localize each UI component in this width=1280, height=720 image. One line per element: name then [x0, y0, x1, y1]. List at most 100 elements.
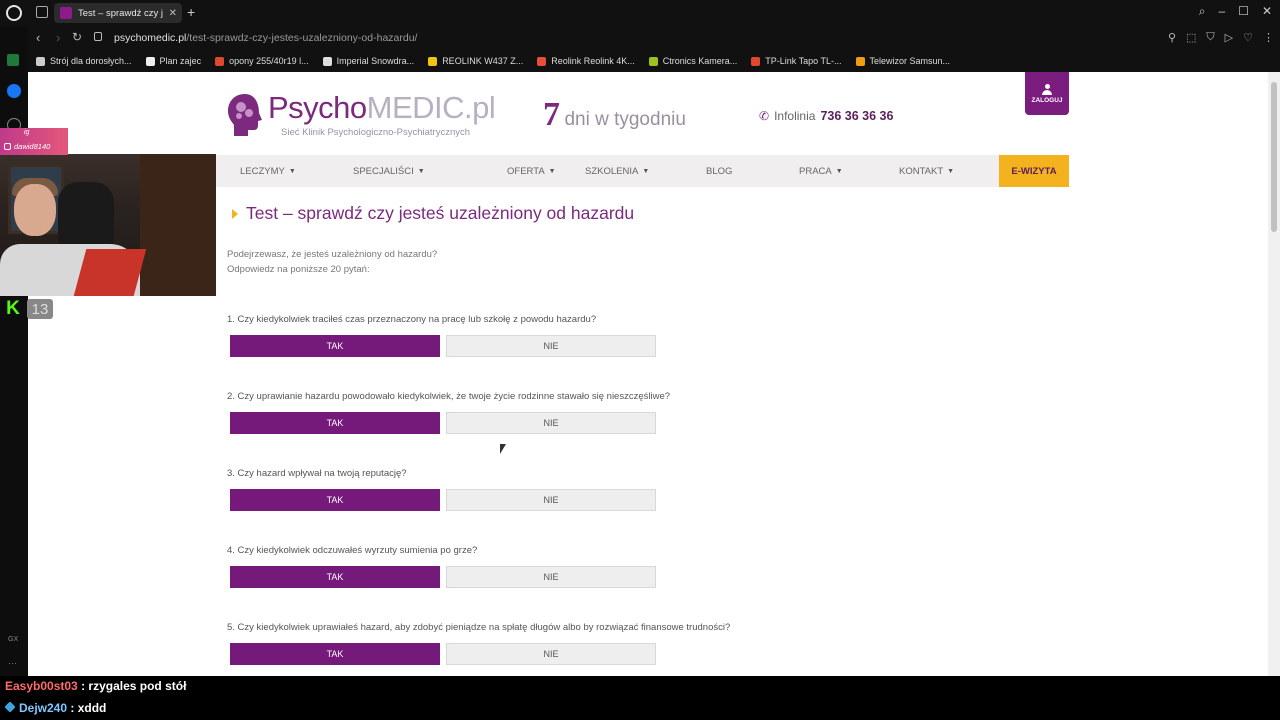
window-controls: ⌕ – ☐ ✕ — [1199, 4, 1272, 19]
chat-text: : xddd — [67, 701, 107, 715]
question-4: 4. Czy kiedykolwiek odczuwałeś wyrzuty s… — [227, 545, 478, 556]
bookmark-item[interactable]: Plan zajec — [145, 56, 202, 66]
webcam-overlay — [0, 154, 216, 296]
active-tab[interactable]: Test – sprawdź czy jesteś ✕ — [54, 3, 182, 23]
viewer-count: 13 — [27, 299, 53, 319]
q2-yes-button[interactable]: TAK — [230, 412, 440, 434]
pin-icon[interactable]: ⚲ — [1168, 31, 1176, 44]
bookmark-label: Plan zajec — [159, 56, 202, 66]
lock-icon — [94, 32, 102, 41]
address-bar-actions: ⚲ ⬚ ⛉ ▷ ♡ ⋮ — [1168, 31, 1274, 44]
chevron-down-icon: ▼ — [947, 167, 955, 175]
nav-leczymy[interactable]: LECZYMY ▼ — [240, 155, 296, 187]
bookmark-icon — [145, 56, 155, 66]
browser-tab-bar: Test – sprawdź czy jesteś ✕ + ⌕ – ☐ ✕ — [0, 0, 1280, 26]
menu-icon[interactable]: ⋮ — [1263, 31, 1274, 44]
login-button[interactable]: ZALOGUJ — [1025, 72, 1069, 115]
bookmark-label: opony 255/40r19 l... — [229, 56, 309, 66]
bookmark-label: Telewizor Samsun... — [869, 56, 951, 66]
intro-line-2: Odpowiedz na poniższe 20 pytań: — [227, 264, 370, 275]
q5-no-button[interactable]: NIE — [446, 643, 656, 665]
webcam-shelf-bg — [140, 154, 216, 296]
bookmark-label: TP-Link Tapo TL-... — [765, 56, 842, 66]
webcam-face — [14, 184, 56, 236]
workspaces-icon[interactable] — [36, 6, 48, 18]
nav-praca[interactable]: PRACA ▼ — [799, 155, 843, 187]
mouse-cursor-icon — [500, 444, 506, 454]
snapshot-icon[interactable]: ⬚ — [1186, 31, 1196, 44]
favicon-icon — [60, 7, 72, 19]
bookmarks-bar: Strój dla dorosłych... Plan zajec opony 25… — [28, 50, 1280, 72]
new-tab-icon[interactable]: + — [187, 4, 195, 20]
scrollbar-thumb[interactable] — [1271, 82, 1277, 232]
forward-icon[interactable]: › — [56, 30, 60, 45]
nav-kontakt[interactable]: KONTAKT ▼ — [899, 155, 954, 187]
hotline[interactable]: ✆ Infolinia 736 36 36 36 — [759, 109, 893, 123]
bookmark-item[interactable]: Imperial Snowdra... — [322, 56, 414, 66]
nav-specjalisci[interactable]: SPECJALIŚCI ▼ — [353, 155, 425, 187]
bookmark-label: Reolink Reolink 4K... — [551, 56, 635, 66]
webcam-chair — [58, 182, 114, 252]
days-badge: 7 dni w tygodniu — [543, 96, 686, 133]
q1-yes-button[interactable]: TAK — [230, 335, 440, 357]
bookmark-label: Strój dla dorosłych... — [50, 56, 132, 66]
bookmark-icon — [322, 56, 332, 66]
gx-icon[interactable]: GX — [8, 636, 18, 643]
bookmark-icon — [751, 56, 761, 66]
bookmark-icon — [428, 56, 438, 66]
nav-szkolenia[interactable]: SZKOLENIA ▼ — [585, 155, 649, 187]
q3-yes-button[interactable]: TAK — [230, 489, 440, 511]
chevron-down-icon: ▼ — [642, 167, 650, 175]
back-icon[interactable]: ‹ — [36, 30, 40, 45]
bookmark-item[interactable]: REOLINK W437 Z... — [428, 56, 523, 66]
chat-user: Dejw240 — [19, 701, 68, 715]
q3-no-button[interactable]: NIE — [446, 489, 656, 511]
page-title: Test – sprawdź czy jesteś uzależniony od… — [232, 203, 634, 224]
opera-logo-icon[interactable] — [6, 5, 22, 21]
bookmark-icon — [855, 56, 865, 66]
user-icon — [1042, 83, 1052, 95]
chevron-down-icon: ▼ — [288, 167, 296, 175]
e-wizyta-button[interactable]: E-WIZYTA — [999, 155, 1069, 187]
bookmark-item[interactable]: Telewizor Samsun... — [855, 56, 951, 66]
nav-oferta[interactable]: OFERTA ▼ — [507, 155, 556, 187]
more-icon[interactable]: ··· — [8, 658, 17, 668]
play-icon[interactable]: ▷ — [1225, 31, 1233, 44]
messenger-icon[interactable] — [7, 84, 21, 98]
close-window-icon[interactable]: ✕ — [1262, 4, 1272, 19]
bookmark-label: REOLINK W437 Z... — [442, 56, 524, 66]
reload-icon[interactable]: ↻ — [72, 30, 82, 44]
bookmark-item[interactable]: Ctronics Kamera... — [648, 56, 738, 66]
bookmark-icon — [648, 56, 658, 66]
bookmark-label: Ctronics Kamera... — [662, 56, 738, 66]
q1-no-button[interactable]: NIE — [446, 335, 656, 357]
bookmark-item[interactable]: opony 255/40r19 l... — [215, 56, 309, 66]
page-scrollbar[interactable] — [1268, 72, 1280, 676]
sidebar-shop-icon[interactable] — [7, 54, 19, 66]
main-navigation: LECZYMY ▼ SPECJALIŚCI ▼ OFERTA ▼ SZKOLENIA ▼… — [216, 155, 1069, 187]
tab-title: Test – sprawdź czy jesteś — [78, 7, 163, 19]
chevron-down-icon: ▼ — [548, 167, 556, 175]
bookmark-item[interactable]: Reolink Reolink 4K... — [537, 56, 635, 66]
q5-yes-button[interactable]: TAK — [230, 643, 440, 665]
bookmark-icon — [36, 56, 45, 66]
bookmark-icon — [215, 56, 225, 66]
bookmark-item[interactable]: TP-Link Tapo TL-... — [751, 56, 842, 66]
close-tab-icon[interactable]: ✕ — [169, 8, 182, 19]
url-field[interactable]: psychomedic.pl/test-sprawdz-czy-jestes-u… — [114, 32, 417, 44]
instagram-badge: ig dawid8140 — [0, 128, 68, 155]
search-icon[interactable]: ⌕ — [1199, 4, 1206, 19]
minimize-icon[interactable]: – — [1218, 4, 1225, 19]
brand-logo-text[interactable]: PsychoMEDIC.pl — [268, 90, 496, 126]
nav-blog[interactable]: BLOG — [706, 155, 732, 187]
q2-no-button[interactable]: NIE — [446, 412, 656, 434]
bookmark-item[interactable]: Strój dla dorosłych... — [36, 56, 132, 66]
q4-yes-button[interactable]: TAK — [230, 566, 440, 588]
maximize-icon[interactable]: ☐ — [1238, 4, 1249, 19]
shield-icon[interactable]: ⛉ — [1206, 31, 1214, 44]
browser-sidebar: GX ··· — [0, 26, 28, 676]
q4-no-button[interactable]: NIE — [446, 566, 656, 588]
heart-icon[interactable]: ♡ — [1243, 31, 1253, 44]
question-3: 3. Czy hazard wpływał na twoją reputację… — [227, 468, 407, 479]
chevron-down-icon: ▼ — [835, 167, 843, 175]
